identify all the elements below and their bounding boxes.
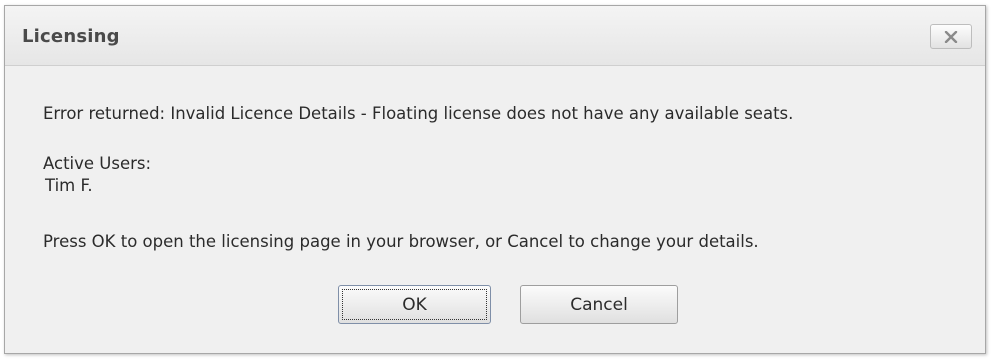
active-users-label: Active Users: [43, 154, 152, 173]
error-message: Error returned: Invalid Licence Details … [43, 104, 794, 123]
cancel-button[interactable]: Cancel [520, 285, 678, 324]
instruction-message: Press OK to open the licensing page in y… [43, 232, 759, 251]
title-bar: Licensing [5, 6, 985, 66]
licensing-dialog: Licensing Error returned: Invalid Licenc… [4, 5, 986, 354]
dialog-content: Error returned: Invalid Licence Details … [5, 66, 985, 353]
cancel-button-label: Cancel [570, 294, 628, 315]
ok-button[interactable]: OK [338, 285, 491, 324]
close-button[interactable] [930, 24, 972, 49]
ok-button-label: OK [402, 294, 427, 315]
dialog-title: Licensing [22, 26, 120, 47]
active-user-name: Tim F. [45, 176, 93, 195]
close-icon [944, 30, 958, 43]
